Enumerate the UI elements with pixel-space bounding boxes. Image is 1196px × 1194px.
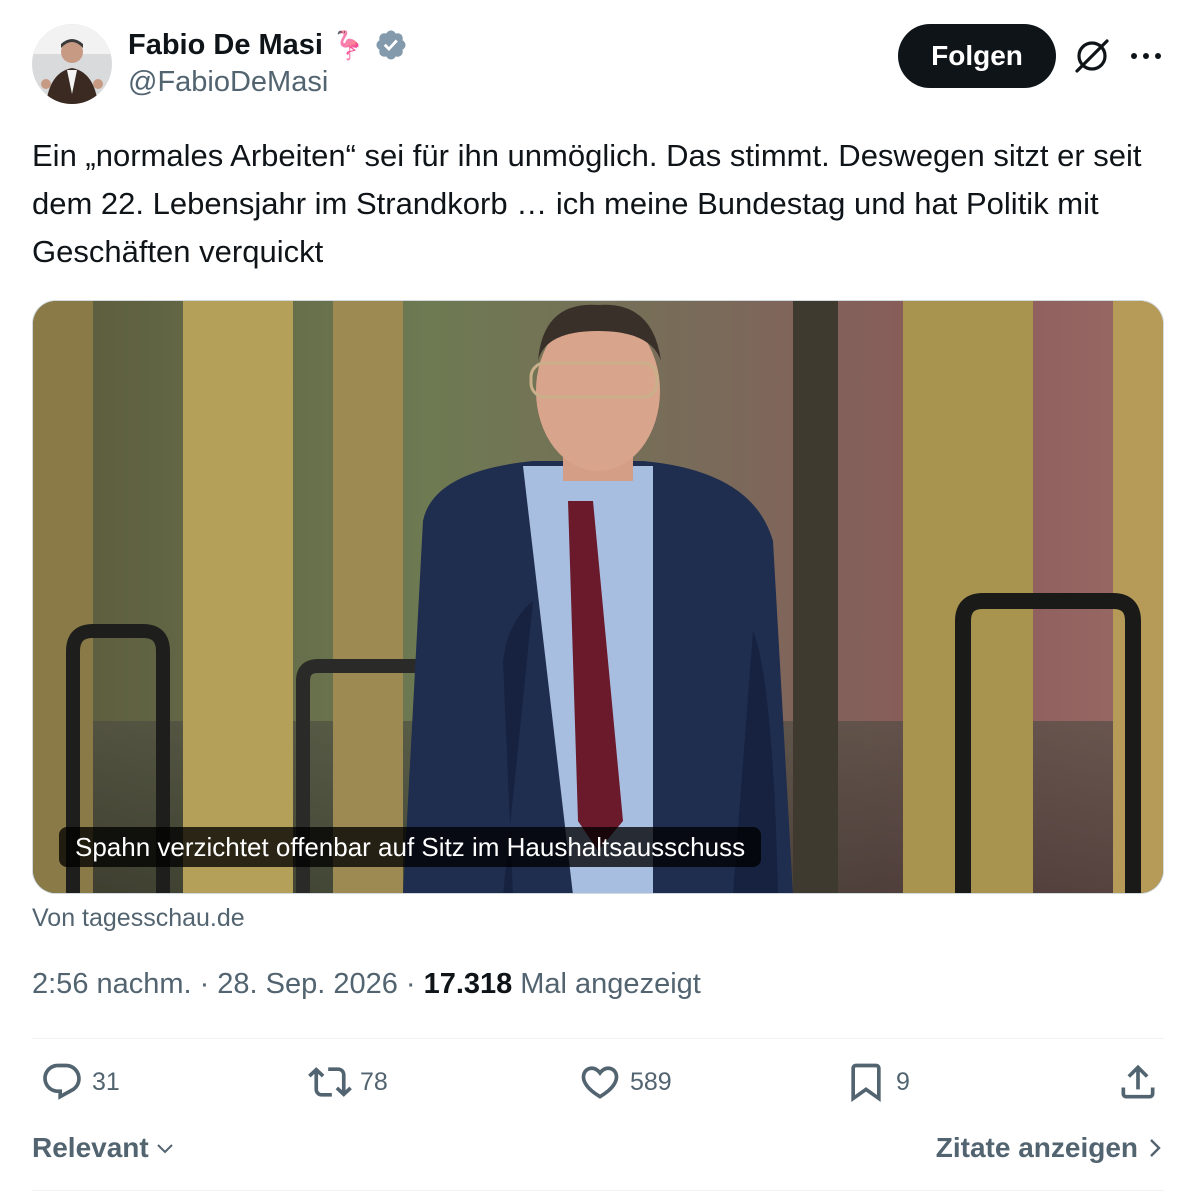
bookmark-button[interactable]: 9 — [844, 1060, 910, 1104]
avatar[interactable] — [32, 24, 112, 104]
views-label: Mal angezeigt — [520, 968, 701, 1000]
reply-count: 31 — [92, 1067, 120, 1096]
follow-button[interactable]: Folgen — [898, 24, 1056, 88]
repost-count: 78 — [360, 1067, 388, 1096]
quotes-label: Zitate anzeigen — [935, 1132, 1138, 1163]
tweet-meta: 2:56 nachm. · 28. Sep. 2026 · 17.318 Mal… — [32, 968, 701, 1001]
like-count: 589 — [630, 1067, 672, 1096]
tweet-time[interactable]: 2:56 nachm. — [32, 968, 192, 1001]
handle[interactable]: @FabioDeMasi — [128, 66, 408, 99]
more-icon[interactable] — [1128, 38, 1164, 74]
reply-icon — [43, 1063, 81, 1100]
bottom-row: Relevant Zitate anzeigen — [32, 1132, 1164, 1172]
repost-icon — [308, 1067, 352, 1097]
share-button[interactable] — [1116, 1060, 1160, 1104]
author-names: Fabio De Masi 🦩 @FabioDeMasi — [128, 26, 408, 99]
sort-dropdown[interactable]: Relevant — [32, 1132, 177, 1164]
verified-badge-icon[interactable] — [374, 28, 408, 62]
chevron-down-icon — [157, 1144, 173, 1154]
meta-separator-2: · — [405, 968, 416, 1000]
views-count: 17.318 — [423, 968, 513, 1000]
meta-separator: · — [199, 968, 210, 1000]
reply-button[interactable]: 31 — [40, 1060, 120, 1104]
divider-top — [32, 1038, 1164, 1039]
like-icon — [581, 1066, 619, 1099]
chevron-right-icon — [1150, 1139, 1161, 1157]
bookmark-count: 9 — [896, 1067, 910, 1096]
divider-bottom — [32, 1190, 1164, 1191]
share-icon — [1121, 1064, 1155, 1099]
flamingo-emoji: 🦩 — [331, 29, 366, 61]
quotes-link[interactable]: Zitate anzeigen — [936, 1132, 1164, 1164]
link-card[interactable]: Spahn verzichtet offenbar auf Sitz im Ha… — [32, 300, 1164, 894]
display-name[interactable]: Fabio De Masi — [128, 29, 323, 62]
repost-button[interactable]: 78 — [308, 1060, 388, 1104]
tweet-date[interactable]: 28. Sep. 2026 — [217, 968, 398, 1001]
card-image — [33, 301, 1163, 893]
grok-icon[interactable] — [1072, 36, 1112, 76]
sort-label: Relevant — [32, 1132, 149, 1163]
tweet-text: Ein „normales Arbeiten“ sei für ihn unmö… — [32, 138, 1142, 269]
like-button[interactable]: 589 — [578, 1060, 672, 1104]
tweet-header: Fabio De Masi 🦩 @FabioDeMasi Folgen — [32, 24, 1164, 108]
card-source[interactable]: Von tagesschau.de — [32, 904, 245, 933]
bookmark-icon — [851, 1063, 881, 1103]
card-caption: Spahn verzichtet offenbar auf Sitz im Ha… — [59, 827, 762, 867]
action-bar: 31 78 589 9 — [32, 1060, 1164, 1120]
